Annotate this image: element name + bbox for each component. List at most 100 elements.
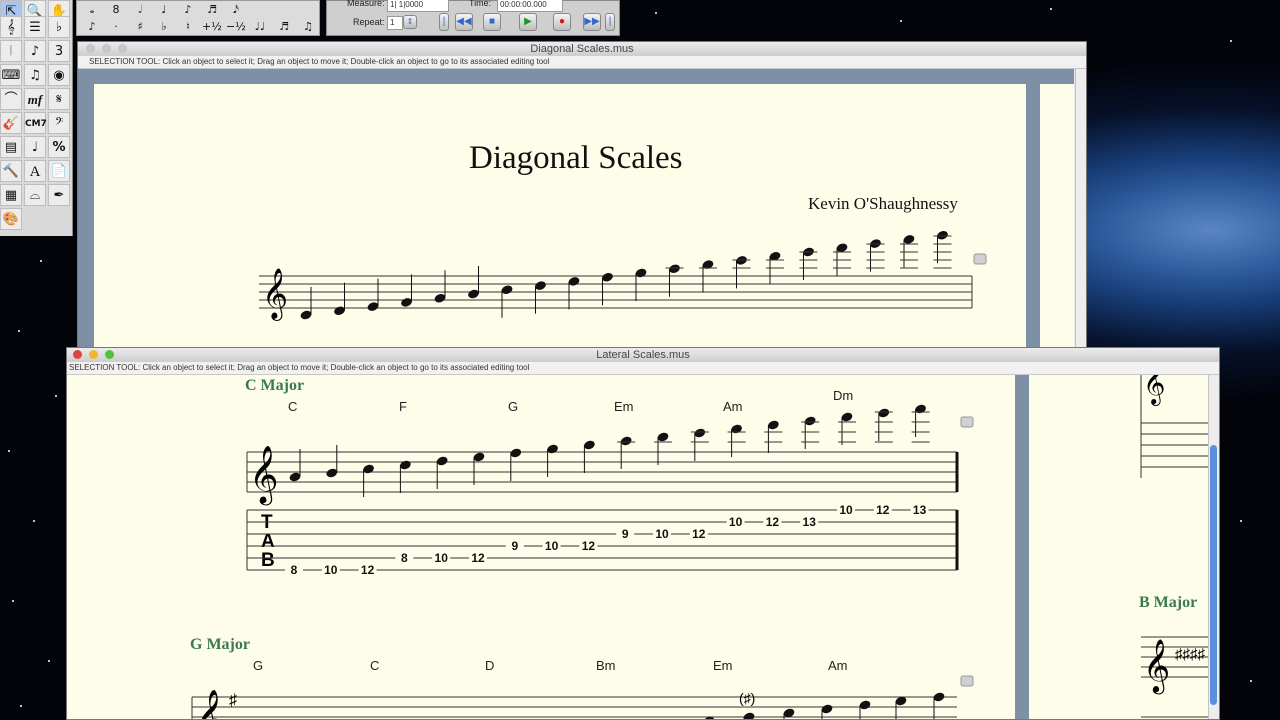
mirror-tool[interactable]: ♩ [24,136,46,158]
flat-button[interactable]: ♭ [153,19,175,35]
eighth-note-button[interactable]: ♪ [81,19,103,35]
time-field[interactable]: 00:00:00.000 [497,0,563,12]
half-step-down-button[interactable]: −½ [225,19,247,35]
dot-button[interactable]: · [105,19,127,35]
window-title-bar[interactable]: Lateral Scales.mus [67,348,1219,363]
natural-button[interactable]: ♮ [177,19,199,35]
score-page: Diagonal Scales Kevin O'Shaughnessy 𝄞 [94,84,1026,361]
speedy-entry-tool[interactable]: ⌨ [0,64,22,86]
repeat-tool[interactable]: 𝄋 [48,88,70,110]
tab-fret-number: 10 [545,539,559,553]
fast-forward-icon[interactable]: ▶▶ [583,13,601,31]
special-tools[interactable]: 🔨 [0,160,22,182]
simple-entry-tool[interactable]: ♪ [24,40,46,62]
plugin-tool[interactable]: 🎨 [0,208,22,230]
repeat-label: Repeat: [353,17,385,27]
beam-tool[interactable]: ♫ [24,64,46,86]
note-button[interactable]: 𝅘𝅥𝅯 [225,2,247,18]
tab-fret-number: 9 [622,527,629,541]
main-tool-palette: ⇱ 🔍 ✋ 𝄞 ☰ ♭ 𝄀 ♪ 3 ⌨ ♫ ◉ ⌒ mf 𝄋 🎸 CM7 𝄢 ▤… [0,0,73,236]
measure-tool[interactable]: 𝄀 [0,40,22,62]
beam-button[interactable]: ♫ [297,19,319,35]
text-tool[interactable]: A [24,160,46,182]
note-button[interactable]: ♩ [153,2,175,18]
forward-to-end-button[interactable]: | [605,13,615,31]
key-signature-sharps: ♯♯♯♯ [1175,646,1206,663]
bass-clef-tool[interactable]: 𝄢 [48,112,70,134]
zoom-button[interactable] [105,350,114,359]
tab-fret-number: 12 [766,515,780,529]
record-icon[interactable]: ● [553,13,571,31]
graphics-tool[interactable]: ▦ [0,184,22,206]
expression-tool[interactable]: mf [24,88,46,110]
hyperscribe-tool[interactable]: ◉ [48,64,70,86]
treble-clef: 𝄞 [262,269,288,321]
treble-clef: 𝄞 [1143,375,1165,406]
score-systems[interactable]: T A B 𝄞8 10 128 10 129 10 129 10 1210 12 1310 12 13𝄞… [67,375,1015,720]
lock-icon [960,675,974,687]
clef-tool[interactable]: 𝄞 [0,16,22,38]
articulation-tool[interactable]: ✒ [48,184,70,206]
tab-clef-letter: B [261,550,275,571]
resize-tool[interactable]: % [48,136,70,158]
sharp-button[interactable]: ♯ [129,19,151,35]
close-button[interactable] [73,350,82,359]
page-layout-tool[interactable]: ▤ [0,136,22,158]
tie-button[interactable]: ♩♩ [249,19,271,35]
minimize-button[interactable] [89,350,98,359]
window-title: Lateral Scales.mus [596,349,690,361]
repeat-stepper[interactable]: ⇕ [403,15,417,29]
tab-fret-number: 13 [913,503,927,517]
tab-fret-number: 8 [401,551,408,565]
courtesy-accidental: (♯) [739,690,755,706]
ossia-tool[interactable]: ⌓ [24,184,46,206]
tab-fret-number: 12 [692,527,706,541]
lyrics-tool[interactable]: 📄 [48,160,70,182]
smart-shape-tool[interactable]: ⌒ [0,88,22,110]
measure-field[interactable]: 1| 1|0000 [387,0,449,12]
time-label: Time: [469,0,492,8]
tuplet-button[interactable]: ♬ [273,19,295,35]
note-button[interactable]: 8 [105,2,127,18]
key-signature-tool[interactable]: ♭ [48,16,70,38]
lateral-scales-window: Lateral Scales.mus SELECTION TOOL: Click… [66,347,1220,720]
tab-fret-number: 10 [655,527,669,541]
rewind-icon[interactable]: ◀◀ [455,13,473,31]
play-icon[interactable]: ▶ [519,13,537,31]
note-button[interactable]: 𝅗𝅥 [129,2,151,18]
tuplet-tool[interactable]: 3 [48,40,70,62]
next-page [1040,84,1074,360]
status-message: SELECTION TOOL: Click an object to selec… [67,362,1219,375]
measure-label: Measure: [347,0,385,8]
staff-tool[interactable]: ☰ [24,16,46,38]
repeat-field[interactable]: 1 [387,16,403,30]
note-head [703,716,715,719]
tab-fret-number: 12 [876,503,890,517]
vertical-scrollbar[interactable] [1075,69,1086,360]
score-staff[interactable]: 𝄞 [94,84,1026,361]
treble-clef: 𝄞 [195,690,225,720]
chord-tool[interactable]: CM7 [24,112,47,134]
zoom-button[interactable] [118,44,127,53]
scrollbar-thumb[interactable] [1210,445,1217,705]
diagonal-scales-window: Diagonal Scales.mus SELECTION TOOL: Clic… [77,41,1087,361]
half-step-up-button[interactable]: +½ [201,19,223,35]
lock-icon [960,416,974,428]
stop-icon[interactable]: ■ [483,13,501,31]
guitar-tool[interactable]: 🎸 [0,112,22,134]
note-button[interactable]: ♬ [201,2,223,18]
vertical-scrollbar[interactable] [1208,375,1219,719]
note-button[interactable]: 𝅝 [81,2,103,18]
close-button[interactable] [86,44,95,53]
tab-fret-number: 12 [471,551,485,565]
rewind-to-start-button[interactable]: | [439,13,449,31]
tab-fret-number: 12 [361,563,375,577]
window-title-bar[interactable]: Diagonal Scales.mus [78,42,1086,57]
tab-fret-number: 10 [435,551,449,565]
status-message: SELECTION TOOL: Click an object to selec… [78,56,1086,69]
window-title: Diagonal Scales.mus [530,43,634,55]
minimize-button[interactable] [102,44,111,53]
lock-icon [973,253,987,265]
note-button[interactable]: ♪ [177,2,199,18]
key-signature-sharp: ♯ [229,692,237,709]
